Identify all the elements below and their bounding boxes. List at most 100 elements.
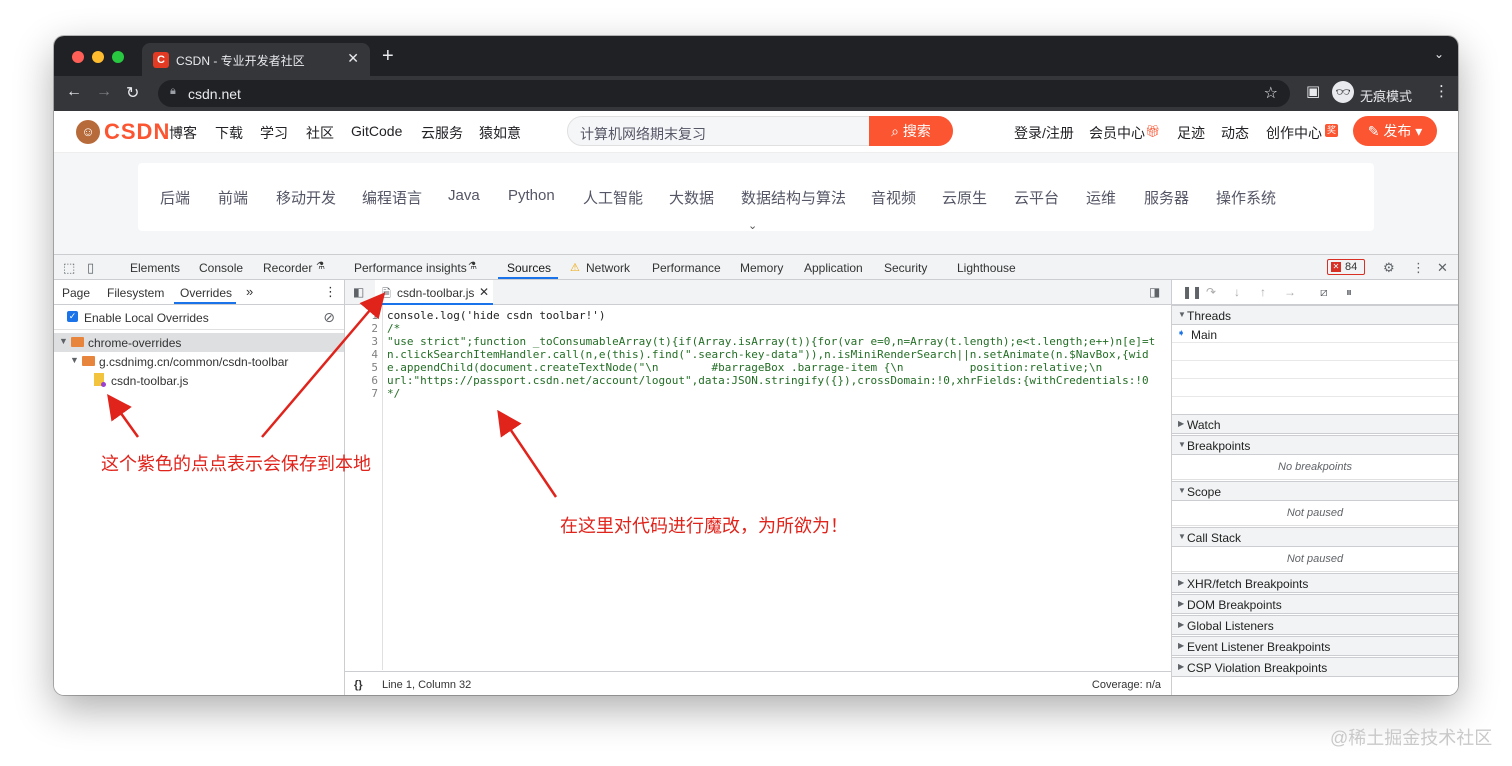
code-line[interactable]: console.log('hide csdn toolbar!') xyxy=(387,309,1167,322)
tree-file[interactable]: csdn-toolbar.js xyxy=(54,371,344,390)
watch-section[interactable]: ▶ Watch xyxy=(1172,414,1458,434)
nav-link[interactable]: 云服务 xyxy=(421,123,463,143)
nav-link[interactable]: 猿如意 xyxy=(479,123,521,143)
code-line[interactable]: "use strict";function _toConsumableArray… xyxy=(387,335,1167,348)
nav-link[interactable]: GitCode xyxy=(351,123,402,139)
tab-recorder[interactable]: Recorder xyxy=(263,261,312,275)
tab-search-icon[interactable]: ⌄ xyxy=(1434,47,1444,61)
nav-link[interactable]: 社区 xyxy=(306,123,334,143)
device-toolbar-icon[interactable]: ▯ xyxy=(87,260,94,276)
pause-icon[interactable]: ❚❚ xyxy=(1182,285,1202,299)
address-bar[interactable]: 🔒︎ csdn.net ☆ xyxy=(158,80,1290,107)
enable-overrides-checkbox[interactable]: ✓ xyxy=(67,311,78,322)
incognito-icon[interactable]: 👓︎ xyxy=(1332,81,1354,103)
call-stack-section[interactable]: ▼ Call Stack xyxy=(1172,527,1458,547)
close-window-button[interactable] xyxy=(72,51,84,63)
more-tabs-chevron-icon[interactable]: » xyxy=(246,284,253,299)
dom-breakpoints-section[interactable]: ▶ DOM Breakpoints xyxy=(1172,594,1458,614)
reload-icon[interactable]: ↻ xyxy=(126,83,139,103)
category-link[interactable]: 音视频 xyxy=(871,187,916,208)
settings-gear-icon[interactable]: ⚙ xyxy=(1383,260,1395,276)
nav-link[interactable]: 下载 xyxy=(215,123,243,143)
global-listeners-section[interactable]: ▶ Global Listeners xyxy=(1172,615,1458,635)
nav-link[interactable]: 学习 xyxy=(260,123,288,143)
search-input[interactable]: 计算机网络期末复习 xyxy=(580,124,706,144)
tab-elements[interactable]: Elements xyxy=(130,261,180,275)
tab-console[interactable]: Console xyxy=(199,261,243,275)
step-into-icon[interactable]: ↓ xyxy=(1234,285,1240,299)
csp-violation-breakpoints-section[interactable]: ▶ CSP Violation Breakpoints xyxy=(1172,657,1458,677)
tab-security[interactable]: Security xyxy=(884,261,927,275)
tab-page[interactable]: Page xyxy=(62,286,90,300)
tab-sources[interactable]: Sources xyxy=(507,261,551,275)
tree-folder[interactable]: ▼ g.csdnimg.cn/common/csdn-toolbar xyxy=(54,352,344,371)
category-link[interactable]: Python xyxy=(508,187,555,204)
category-link[interactable]: 后端 xyxy=(160,187,190,208)
back-icon[interactable]: ← xyxy=(66,83,82,101)
clear-overrides-icon[interactable]: ⊘ xyxy=(323,309,335,326)
category-link[interactable]: 前端 xyxy=(218,187,248,208)
category-link[interactable]: 移动开发 xyxy=(276,187,336,208)
threads-section[interactable]: ▼ Threads xyxy=(1172,305,1458,325)
publish-button[interactable]: ✎ 发布 ▾ xyxy=(1353,116,1437,146)
inspect-element-icon[interactable]: ⬚ xyxy=(63,260,75,276)
vip-link[interactable]: 会员中心 xyxy=(1089,123,1145,143)
tab-filesystem[interactable]: Filesystem xyxy=(107,286,164,300)
code-line[interactable]: n.clickSearchItemHandler.call(n,e(this).… xyxy=(387,348,1167,361)
csdn-logo[interactable]: ☺ CSDN xyxy=(76,119,170,145)
forward-icon[interactable]: → xyxy=(96,83,112,101)
new-tab-icon[interactable]: + xyxy=(382,45,394,68)
step-over-icon[interactable]: ↷ xyxy=(1206,285,1216,299)
tab-performance[interactable]: Performance xyxy=(652,261,721,275)
pause-on-exceptions-icon[interactable]: ⏸ xyxy=(1346,285,1352,300)
pretty-print-button[interactable]: {} xyxy=(354,679,363,691)
step-out-icon[interactable]: ↑ xyxy=(1260,285,1266,299)
category-link[interactable]: 大数据 xyxy=(669,187,714,208)
close-devtools-icon[interactable]: ✕ xyxy=(1437,260,1448,276)
footprint-link[interactable]: 足迹 xyxy=(1177,123,1205,143)
browser-tab[interactable]: C CSDN - 专业开发者社区 ✕ xyxy=(142,43,370,76)
category-link[interactable]: 编程语言 xyxy=(362,187,422,208)
category-link[interactable]: 云原生 xyxy=(942,187,987,208)
xhr-breakpoints-section[interactable]: ▶ XHR/fetch Breakpoints xyxy=(1172,573,1458,593)
category-link[interactable]: 操作系统 xyxy=(1216,187,1276,208)
code-line[interactable]: e.appendChild(document.createTextNode("\… xyxy=(387,361,1167,374)
code-line[interactable]: /* xyxy=(387,322,1167,335)
tab-performance-insights[interactable]: Performance insights xyxy=(354,261,467,275)
tab-network[interactable]: Network xyxy=(586,261,630,275)
tree-root[interactable]: ▼ chrome-overrides xyxy=(54,333,344,352)
more-options-icon[interactable]: ⋮ xyxy=(1412,260,1425,276)
toggle-navigator-icon[interactable]: ◧ xyxy=(353,285,364,299)
scope-section[interactable]: ▼ Scope xyxy=(1172,481,1458,501)
editor-tab[interactable]: 🗎︎ csdn-toolbar.js ✕ xyxy=(375,280,493,305)
tab-overrides[interactable]: Overrides xyxy=(180,286,232,300)
toggle-debugger-icon[interactable]: ◨ xyxy=(1149,285,1160,299)
close-tab-icon[interactable]: ✕ xyxy=(479,285,489,299)
category-link[interactable]: 服务器 xyxy=(1144,187,1189,208)
category-link[interactable]: 人工智能 xyxy=(583,187,643,208)
thread-main-row[interactable]: ➧ Main xyxy=(1172,325,1458,343)
star-icon[interactable]: ☆ xyxy=(1264,83,1278,103)
expand-chevron-icon[interactable]: ⌄ xyxy=(748,219,757,232)
search-button[interactable]: ⌕ 搜索 xyxy=(869,116,953,146)
category-link[interactable]: 数据结构与算法 xyxy=(741,187,846,208)
event-listener-breakpoints-section[interactable]: ▶ Event Listener Breakpoints xyxy=(1172,636,1458,656)
tab-application[interactable]: Application xyxy=(804,261,863,275)
code-line[interactable]: url:"https://passport.csdn.net/account/l… xyxy=(387,374,1167,387)
tab-close-icon[interactable]: ✕ xyxy=(347,50,359,67)
tab-memory[interactable]: Memory xyxy=(740,261,783,275)
breakpoints-section[interactable]: ▼ Breakpoints xyxy=(1172,435,1458,455)
menu-icon[interactable]: ⋮ xyxy=(1434,82,1449,100)
sidepanel-icon[interactable]: ▣ xyxy=(1306,82,1320,100)
category-link[interactable]: 运维 xyxy=(1086,187,1116,208)
code-line[interactable]: */ xyxy=(387,387,1167,400)
navigator-menu-icon[interactable]: ⋮ xyxy=(324,284,337,300)
feed-link[interactable]: 动态 xyxy=(1221,123,1249,143)
zoom-window-button[interactable] xyxy=(112,51,124,63)
step-icon[interactable]: → xyxy=(1284,285,1296,299)
nav-link[interactable]: 博客 xyxy=(169,123,197,143)
deactivate-breakpoints-icon[interactable]: ⧄ xyxy=(1320,285,1328,300)
minimize-window-button[interactable] xyxy=(92,51,104,63)
creator-link[interactable]: 创作中心 xyxy=(1266,123,1322,143)
login-link[interactable]: 登录/注册 xyxy=(1014,123,1074,143)
